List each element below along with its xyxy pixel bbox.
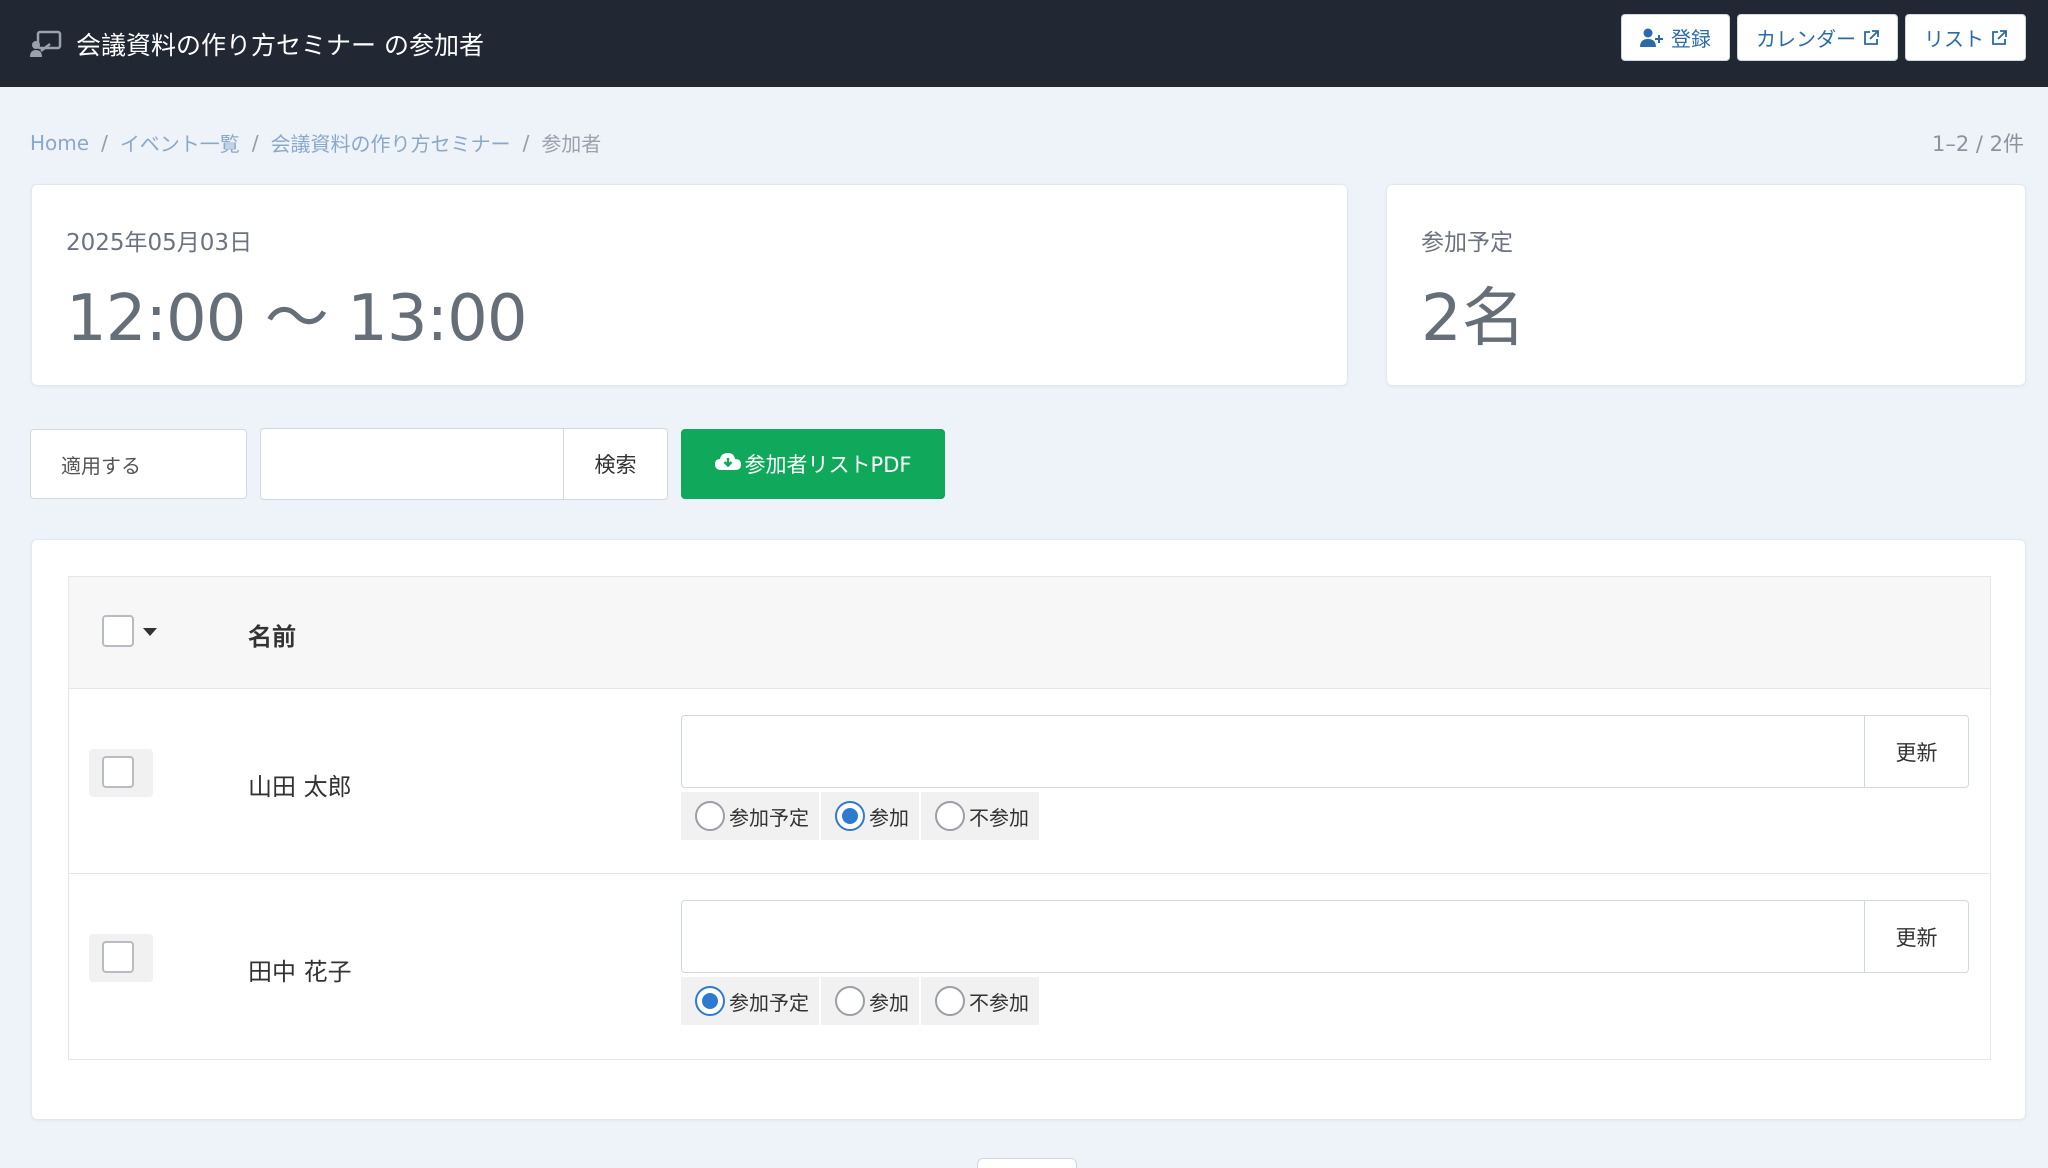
attendee-table-card: 名前 山田 太郎 更新 参加予定 参加 不参加 田中 花子 更新 参加予定 参加… [31,539,2026,1120]
note-group: 更新 [681,900,1969,973]
status-option-attend[interactable]: 参加 [821,977,919,1025]
breadcrumb-separator: / [522,130,530,155]
row-checkbox[interactable] [102,941,134,973]
top-bar: 会議資料の作り方セミナー の参加者 登録 カレンダー リスト [0,0,2048,87]
breadcrumb-separator: / [251,130,259,155]
radio-attend[interactable] [835,801,865,831]
note-input[interactable] [681,900,1865,973]
breadcrumb-events[interactable]: イベント一覧 [120,128,240,157]
bulk-action-select[interactable]: 適用する [30,429,247,499]
external-link-icon [1991,29,2007,46]
status-option-planned[interactable]: 参加予定 [681,977,819,1025]
calendar-button-label: カレンダー [1756,27,1856,51]
attendee-name: 田中 花子 [248,958,352,986]
breadcrumb-separator: / [101,130,108,155]
table-row: 山田 太郎 更新 参加予定 参加 不参加 [69,689,1990,874]
search-group: 検索 [260,428,668,500]
event-date: 2025年05月03日 [66,230,253,256]
note-input[interactable] [681,715,1865,788]
radio-planned[interactable] [695,801,725,831]
status-option-label: 参加 [869,990,909,1015]
radio-absent[interactable] [935,801,965,831]
table-header: 名前 [69,577,1990,689]
list-button-label: リスト [1924,27,1984,51]
status-option-label: 参加 [869,805,909,830]
calendar-button[interactable]: カレンダー [1737,14,1898,61]
status-option-planned[interactable]: 参加予定 [681,792,819,840]
list-button[interactable]: リスト [1905,14,2026,61]
status-option-attend[interactable]: 参加 [821,792,919,840]
row-checkbox-cell [89,934,153,982]
attendee-name: 山田 太郎 [248,773,352,801]
status-option-label: 不参加 [969,990,1029,1015]
user-plus-icon [1640,28,1664,48]
breadcrumb-event[interactable]: 会議資料の作り方セミナー [271,128,511,157]
row-checkbox-cell [89,749,153,797]
status-radio-group: 参加予定 参加 不参加 [681,977,1039,1025]
search-input[interactable] [260,428,564,500]
row-checkbox[interactable] [102,756,134,788]
register-button[interactable]: 登録 [1621,14,1730,61]
cloud-download-icon [714,452,741,477]
breadcrumb-current: 参加者 [541,132,602,156]
attendee-pdf-button-label: 参加者リストPDF [744,453,912,477]
attendee-table: 名前 山田 太郎 更新 参加予定 参加 不参加 田中 花子 更新 参加予定 参加… [68,576,1991,1060]
radio-planned[interactable] [695,986,725,1016]
caret-down-icon[interactable] [143,628,157,636]
result-count: 1–2 / 2件 [1931,132,2024,156]
column-header-name: 名前 [248,623,296,651]
radio-absent[interactable] [935,986,965,1016]
select-all-checkbox[interactable] [102,615,134,647]
planned-count: 2名 [1421,282,1526,356]
update-button[interactable]: 更新 [1865,715,1969,788]
event-time-card: 2025年05月03日 12:00 〜 13:00 [31,184,1348,386]
status-option-label: 参加予定 [729,805,809,830]
page-title: 会議資料の作り方セミナー の参加者 [76,30,484,60]
status-option-label: 参加予定 [729,990,809,1015]
register-button-label: 登録 [1671,27,1711,51]
planned-label: 参加予定 [1421,230,1513,256]
presentation-icon [30,30,62,58]
table-row: 田中 花子 更新 参加予定 参加 不参加 [69,874,1990,1059]
attendee-pdf-button[interactable]: 参加者リストPDF [681,429,945,499]
status-radio-group: 参加予定 参加 不参加 [681,792,1039,840]
event-time: 12:00 〜 13:00 [66,282,528,356]
radio-attend[interactable] [835,986,865,1016]
external-link-icon [1863,29,1879,46]
search-button[interactable]: 検索 [564,428,668,500]
status-option-absent[interactable]: 不参加 [921,977,1039,1025]
update-button[interactable]: 更新 [1865,900,1969,973]
status-option-absent[interactable]: 不参加 [921,792,1039,840]
note-group: 更新 [681,715,1969,788]
attendee-count-card: 参加予定 2名 [1386,184,2026,386]
breadcrumb: Home / イベント一覧 / 会議資料の作り方セミナー / 参加者 [30,128,601,157]
breadcrumb-home[interactable]: Home [30,131,89,155]
status-option-label: 不参加 [969,805,1029,830]
header-actions: 登録 カレンダー リスト [1621,14,2026,61]
pagination[interactable] [977,1158,1077,1168]
